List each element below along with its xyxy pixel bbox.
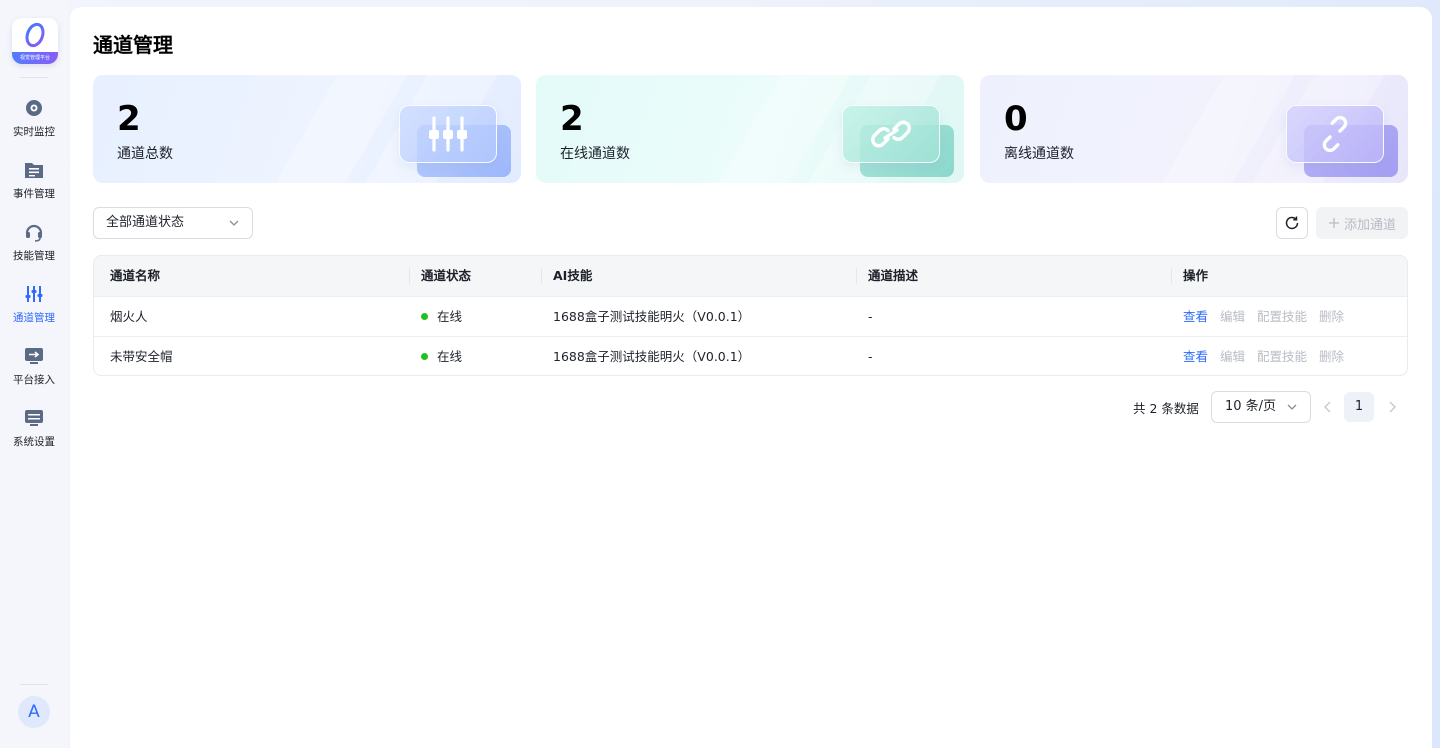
view-button[interactable]: 查看	[1183, 349, 1208, 364]
channel-table: 通道名称 通道状态 AI技能 通道描述 操作 烟火人 在线 1688盒子测试技能…	[93, 255, 1408, 376]
next-page-button[interactable]	[1384, 399, 1400, 415]
sidebar-item-label: 平台接入	[13, 374, 55, 386]
channel-sliders-icon	[23, 283, 45, 305]
online-status-dot	[421, 313, 428, 320]
logo-text: 视觉管理平台	[12, 52, 58, 64]
sidebar-divider	[20, 684, 48, 685]
filter-value: 全部通道状态	[106, 215, 185, 230]
channel-status-filter[interactable]: 全部通道状态	[93, 207, 253, 239]
row-actions: 查看 编辑 配置技能 删除	[1183, 297, 1344, 337]
link-icon	[842, 105, 940, 163]
add-channel-label: 添加通道	[1343, 217, 1396, 233]
page-number-button[interactable]: 1	[1344, 392, 1374, 422]
event-list-icon	[23, 159, 45, 181]
sliders-icon	[399, 105, 497, 163]
sidebar-divider	[20, 77, 48, 78]
stat-label: 离线通道数	[1004, 146, 1074, 162]
stat-card-total: 2 通道总数	[93, 75, 521, 183]
channel-status: 在线	[421, 297, 462, 337]
sidebar-item-label: 实时监控	[13, 126, 55, 138]
channel-name: 未带安全帽	[110, 349, 173, 364]
sidebar-item-channel-manage[interactable]: 通道管理	[0, 283, 68, 339]
page-size-value: 10 条/页	[1225, 399, 1277, 414]
edit-button[interactable]: 编辑	[1220, 309, 1245, 324]
sidebar: 视觉管理平台 实时监控 事件管理 技能管理 通道管理 平台接入 系统设置 A	[0, 0, 68, 748]
table-row: 未带安全帽 在线 1688盒子测试技能明火（V0.0.1） - 查看 编辑 配置…	[94, 336, 1407, 375]
column-header-desc: 通道描述	[868, 268, 919, 283]
app-logo[interactable]: 视觉管理平台	[12, 18, 58, 64]
logo-icon	[25, 22, 45, 48]
channel-status: 在线	[421, 337, 462, 375]
stat-value: 2	[117, 99, 141, 139]
config-skill-button[interactable]: 配置技能	[1257, 309, 1307, 324]
monitor-camera-icon	[23, 97, 45, 119]
sidebar-item-platform-access[interactable]: 平台接入	[0, 345, 68, 401]
online-status-dot	[421, 353, 428, 360]
sidebar-item-label: 事件管理	[13, 188, 55, 200]
view-button[interactable]: 查看	[1183, 309, 1208, 324]
channel-desc: -	[868, 309, 873, 324]
page-size-select[interactable]: 10 条/页	[1211, 391, 1311, 423]
broken-link-icon	[1286, 105, 1384, 163]
plus-icon	[1328, 218, 1339, 228]
column-header-status: 通道状态	[421, 268, 472, 283]
sidebar-item-system-settings[interactable]: 系统设置	[0, 407, 68, 463]
stat-card-online: 2 在线通道数	[536, 75, 964, 183]
user-avatar[interactable]: A	[18, 696, 50, 728]
stat-value: 0	[1004, 99, 1028, 139]
table-row: 烟火人 在线 1688盒子测试技能明火（V0.0.1） - 查看 编辑 配置技能…	[94, 296, 1407, 336]
refresh-button[interactable]	[1276, 207, 1308, 239]
sidebar-item-label: 技能管理	[13, 250, 55, 262]
stat-card-offline: 0 离线通道数	[980, 75, 1408, 183]
table-header: 通道名称 通道状态 AI技能 通道描述 操作	[94, 256, 1407, 296]
row-actions: 查看 编辑 配置技能 删除	[1183, 337, 1344, 375]
sidebar-item-label: 系统设置	[13, 436, 55, 448]
settings-panel-icon	[23, 407, 45, 429]
page-title: 通道管理	[93, 33, 173, 57]
prev-page-button[interactable]	[1320, 399, 1336, 415]
chevron-down-icon	[229, 220, 239, 226]
channel-skill: 1688盒子测试技能明火（V0.0.1）	[553, 349, 751, 364]
stat-label: 在线通道数	[560, 146, 630, 162]
sidebar-item-event-manage[interactable]: 事件管理	[0, 159, 68, 215]
channel-name: 烟火人	[110, 309, 148, 324]
sidebar-item-label: 通道管理	[13, 312, 55, 324]
column-header-skill: AI技能	[553, 268, 593, 283]
channel-desc: -	[868, 349, 873, 364]
pagination-total: 共 2 条数据	[1133, 401, 1199, 416]
column-header-actions: 操作	[1183, 268, 1209, 283]
edit-button[interactable]: 编辑	[1220, 349, 1245, 364]
platform-access-icon	[23, 345, 45, 367]
delete-button[interactable]: 删除	[1319, 309, 1344, 324]
column-header-name: 通道名称	[110, 268, 161, 283]
sidebar-item-realtime-monitor[interactable]: 实时监控	[0, 97, 68, 153]
skill-headset-icon	[23, 221, 45, 243]
main-panel: 通道管理 2 通道总数 2 在线通道数 0 离线通道数 全部通道状态 添加通道 …	[70, 7, 1432, 748]
refresh-icon	[1285, 216, 1299, 230]
stat-label: 通道总数	[117, 146, 173, 162]
config-skill-button[interactable]: 配置技能	[1257, 349, 1307, 364]
chevron-down-icon	[1287, 404, 1297, 410]
stat-value: 2	[560, 99, 584, 139]
sidebar-item-skill-manage[interactable]: 技能管理	[0, 221, 68, 277]
channel-skill: 1688盒子测试技能明火（V0.0.1）	[553, 309, 751, 324]
delete-button[interactable]: 删除	[1319, 349, 1344, 364]
add-channel-button[interactable]: 添加通道	[1316, 207, 1408, 239]
